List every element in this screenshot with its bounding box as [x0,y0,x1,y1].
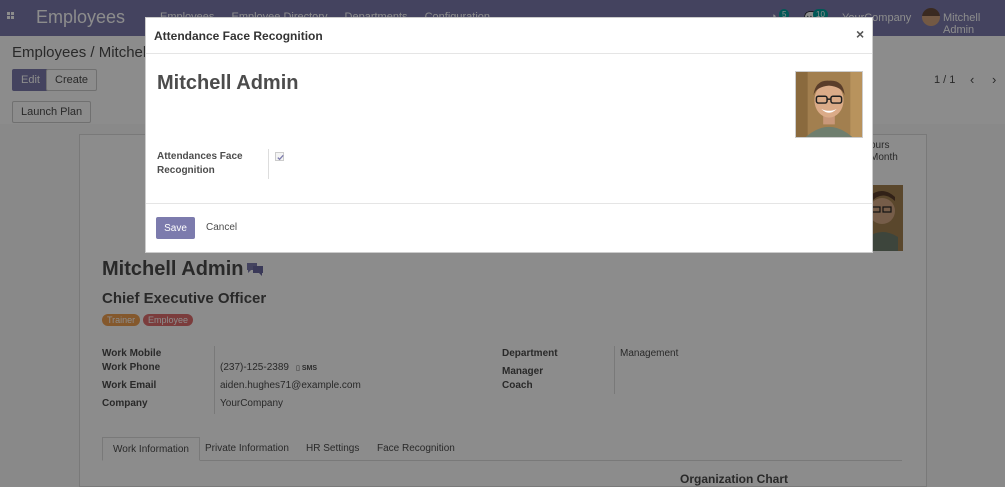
dialog-footer: Save Cancel [146,203,872,253]
save-button[interactable]: Save [156,217,195,239]
checkmark-icon [277,154,284,161]
cancel-button[interactable]: Cancel [202,217,241,239]
field-separator [268,149,269,179]
face-recognition-field-label: Attendances Face Recognition [157,151,243,176]
dialog-title: Attendance Face Recognition [154,29,323,43]
face-recognition-dialog: Attendance Face Recognition × Mitchell A… [145,17,873,253]
dialog-header: Attendance Face Recognition × [146,18,872,54]
face-recognition-checkbox[interactable] [275,152,284,161]
close-icon[interactable]: × [856,26,864,42]
dialog-employee-name: Mitchell Admin [157,72,299,94]
dialog-employee-photo[interactable] [795,71,863,138]
